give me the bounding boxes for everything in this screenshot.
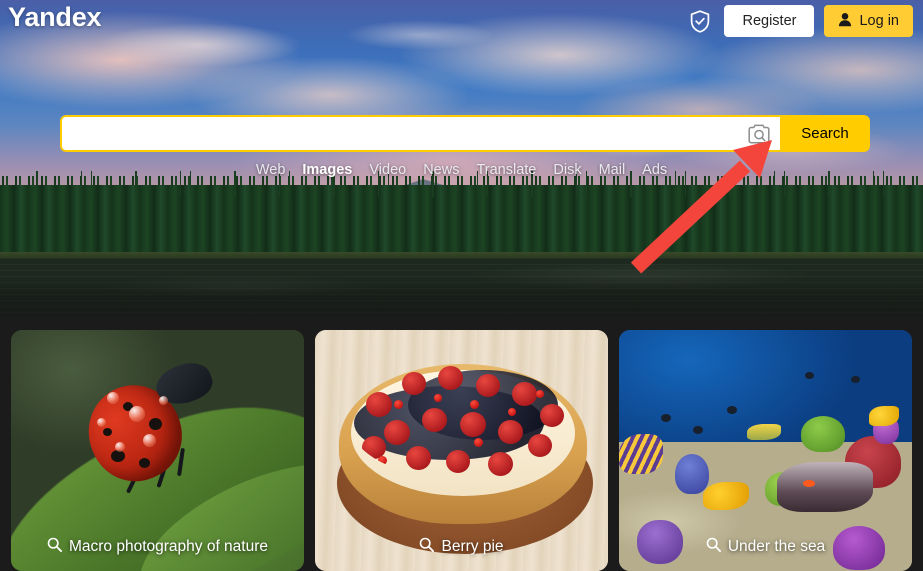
search-button[interactable]: Search (780, 115, 870, 152)
tab-ads[interactable]: Ads (642, 162, 667, 178)
raspberry (498, 420, 523, 444)
redcurrant (474, 438, 483, 447)
redcurrant (536, 390, 544, 398)
redcurrant (508, 408, 516, 416)
search-icon (419, 537, 435, 557)
raspberry (422, 408, 447, 432)
tab-disk[interactable]: Disk (553, 162, 581, 178)
water-droplet (107, 392, 119, 404)
coral (801, 416, 845, 452)
tab-news[interactable]: News (423, 162, 459, 178)
ladybug-spot (103, 428, 112, 436)
water-droplet (97, 418, 106, 427)
shield-check-icon[interactable] (686, 7, 714, 35)
redcurrant (434, 394, 442, 402)
image-search-camera-icon[interactable] (740, 117, 778, 150)
tab-images[interactable]: Images (302, 162, 352, 178)
raspberry (540, 404, 564, 427)
fish-dark-small (727, 406, 737, 414)
ladybug-spot (149, 418, 162, 430)
card-image-macro-photography (11, 330, 304, 571)
card-label-text: Berry pie (441, 538, 504, 555)
fish-yellow (703, 482, 749, 510)
water-droplet (159, 396, 168, 405)
service-tabs: Web Images Video News Translate Disk Mai… (0, 162, 923, 178)
card-label-text: Under the sea (727, 538, 826, 555)
card-label-text: Macro photography of nature (68, 538, 269, 555)
top-bar: Yandex Register Log in (0, 0, 923, 42)
fish-angelfish (619, 434, 663, 474)
fish-dark-small (851, 376, 860, 383)
pie-berry-topping (348, 360, 578, 480)
fish-yellow-small (747, 424, 781, 440)
fish-dark-small (693, 426, 703, 434)
redcurrant (394, 400, 403, 409)
fish-dark-small (805, 372, 814, 379)
fish-fin-accent (803, 480, 815, 487)
user-icon (838, 12, 852, 31)
raspberry (446, 450, 470, 473)
raspberry (512, 382, 537, 406)
hero-gradient-overlay (0, 250, 923, 330)
raspberry (406, 446, 431, 470)
water-droplet (143, 434, 156, 447)
raspberry (528, 434, 552, 457)
search-input[interactable] (62, 117, 740, 150)
card-image-under-the-sea (619, 330, 912, 571)
login-button-label: Log in (859, 13, 899, 29)
raspberry (402, 372, 426, 395)
list-item[interactable]: Under the sea (619, 330, 912, 571)
raspberry (366, 392, 392, 417)
card-label: Berry pie (315, 537, 608, 557)
fish-yellow (869, 406, 899, 426)
search-field-container (60, 115, 780, 152)
raspberry (384, 420, 410, 445)
redcurrant (470, 400, 479, 409)
tab-translate[interactable]: Translate (476, 162, 536, 178)
card-image-berry-pie (315, 330, 608, 571)
login-button[interactable]: Log in (824, 5, 913, 37)
list-item[interactable]: Macro photography of nature (11, 330, 304, 571)
ladybug-spot (139, 458, 150, 468)
raspberry (476, 374, 500, 397)
yandex-logo[interactable]: Yandex (8, 2, 102, 33)
register-button[interactable]: Register (724, 5, 815, 37)
search-icon (47, 537, 62, 557)
raspberry (438, 366, 463, 390)
fish-dark-small (661, 414, 671, 422)
tab-video[interactable]: Video (369, 162, 406, 178)
card-label: Macro photography of nature (11, 537, 304, 557)
list-item[interactable]: Berry pie (315, 330, 608, 571)
card-label: Under the sea (619, 537, 912, 557)
water-droplet (115, 442, 125, 452)
search-icon (706, 537, 721, 557)
tab-web[interactable]: Web (256, 162, 286, 178)
raspberry (460, 412, 486, 437)
suggestion-cards: Macro photography of nature Berry pie Un… (0, 330, 923, 571)
fish-surgeonfish (777, 462, 873, 512)
raspberry (488, 452, 513, 476)
redcurrant (378, 456, 387, 465)
search-bar: Search (60, 115, 870, 152)
top-bar-actions: Register Log in (686, 5, 913, 37)
coral (675, 454, 709, 494)
water-droplet (129, 406, 145, 422)
tab-mail[interactable]: Mail (599, 162, 626, 178)
